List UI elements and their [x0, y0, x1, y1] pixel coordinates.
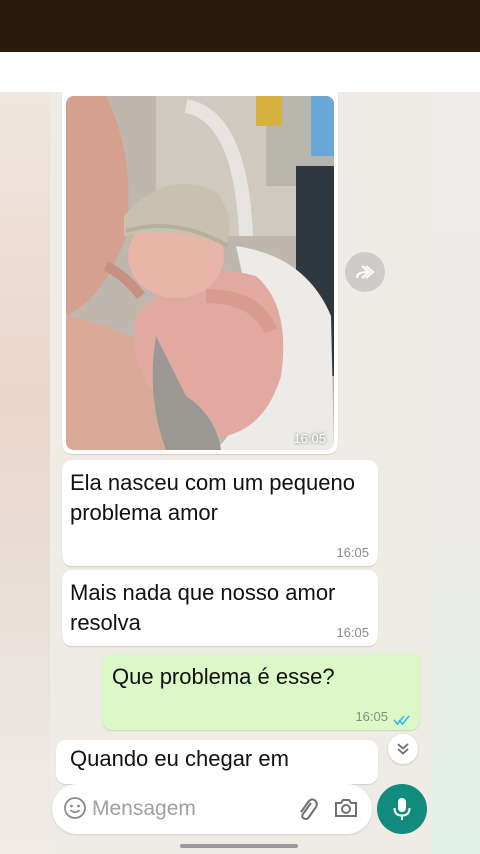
- attach-button[interactable]: [296, 796, 318, 827]
- scroll-to-bottom-button[interactable]: [388, 734, 418, 764]
- forward-icon: [356, 265, 375, 279]
- double-chevron-down-icon: [397, 743, 409, 755]
- status-bar: [0, 0, 480, 52]
- double-check-icon: [393, 715, 410, 726]
- message-input[interactable]: [92, 794, 282, 824]
- message-photo[interactable]: 16:05: [66, 96, 334, 450]
- home-indicator: [180, 844, 298, 848]
- emoji-button[interactable]: [64, 797, 86, 824]
- paperclip-icon: [300, 798, 318, 820]
- message-text: Que problema é esse?: [112, 664, 335, 689]
- message-time: 16:05: [355, 709, 388, 724]
- emoji-icon: [64, 797, 86, 819]
- background-blur-right: [432, 92, 480, 854]
- background-blur-left: [0, 92, 50, 854]
- microphone-icon: [393, 798, 411, 820]
- message-text: Quando eu chegar em: [70, 746, 289, 771]
- camera-button[interactable]: [334, 797, 358, 824]
- message-text: Mais nada que nosso amor resolva: [70, 580, 336, 635]
- message-composer: [52, 784, 372, 834]
- chat-header: [0, 52, 480, 92]
- forward-button[interactable]: [345, 252, 385, 292]
- incoming-message[interactable]: Mais nada que nosso amor resolva 16:05: [62, 570, 378, 646]
- camera-icon: [335, 799, 357, 817]
- incoming-message[interactable]: Ela nasceu com um pequeno problema amor …: [62, 460, 378, 566]
- outgoing-message[interactable]: Que problema é esse? 16:05: [102, 654, 420, 730]
- message-time: 16:05: [336, 545, 369, 560]
- incoming-message[interactable]: Quando eu chegar em: [56, 740, 378, 784]
- message-time: 16:05: [336, 625, 369, 640]
- message-time: 16:05: [293, 431, 326, 446]
- message-text: Ela nasceu com um pequeno problema amor: [70, 470, 355, 525]
- microphone-button[interactable]: [377, 784, 427, 834]
- newborn-photo: [66, 96, 334, 450]
